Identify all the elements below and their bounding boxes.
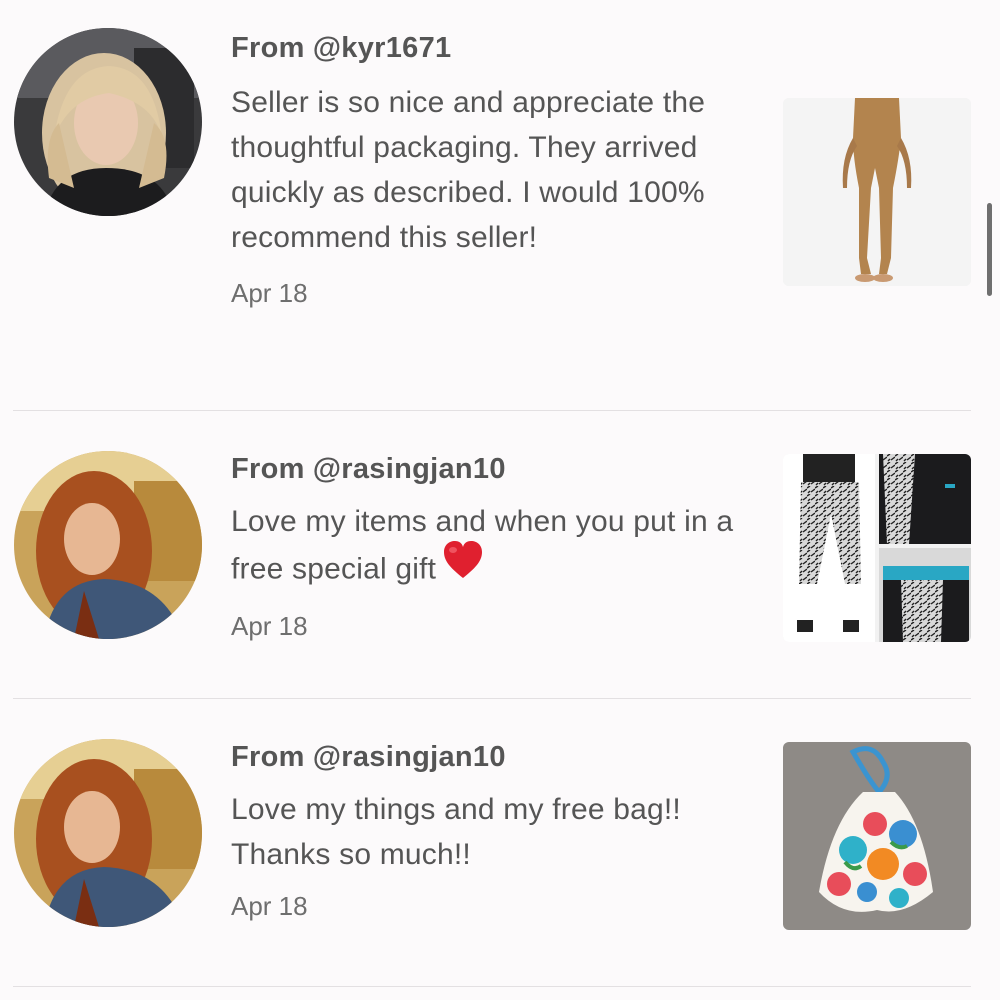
from-label: From (231, 453, 305, 485)
floral-halter-top-photo (783, 742, 971, 930)
review-author: From @kyr1671 (231, 28, 751, 68)
reviewer-avatar[interactable] (14, 451, 202, 639)
review-message: Love my things and my free bag!! Thanks … (231, 793, 681, 871)
review-date: Apr 18 (231, 611, 308, 641)
review-content: From @rasingjan10 Love my items and when … (231, 449, 751, 641)
reviewer-avatar[interactable] (14, 739, 202, 927)
author-handle[interactable]: @rasingjan10 (313, 453, 506, 485)
review-item: From @rasingjan10 Love my items and when … (0, 411, 1000, 698)
review-feed: From @kyr1671 Seller is so nice and appre… (0, 0, 1000, 1000)
tan-leggings-photo (783, 98, 971, 286)
listing-thumbnail[interactable] (783, 454, 971, 642)
review-item: From @kyr1671 Seller is so nice and appre… (0, 0, 1000, 410)
from-label: From (231, 741, 305, 773)
review-message: Love my items and when you put in a free… (231, 499, 751, 597)
listing-thumbnail[interactable] (783, 742, 971, 930)
reviewer-avatar[interactable] (14, 28, 202, 216)
author-handle[interactable]: @rasingjan10 (313, 741, 506, 773)
review-content: From @kyr1671 Seller is so nice and appre… (231, 28, 751, 308)
reviewer-photo (14, 739, 202, 927)
divider (13, 986, 971, 987)
scrollbar[interactable] (987, 203, 992, 296)
review-date: Apr 18 (231, 891, 308, 921)
review-content: From @rasingjan10 Love my things and my f… (231, 737, 751, 921)
from-label: From (231, 32, 305, 64)
review-author: From @rasingjan10 (231, 737, 751, 777)
author-handle[interactable]: @kyr1671 (313, 32, 452, 64)
reviewer-photo (14, 451, 202, 639)
red-heart-icon (442, 540, 484, 593)
review-message: Seller is so nice and appreciate the tho… (231, 86, 706, 254)
review-author: From @rasingjan10 (231, 449, 751, 489)
review-date: Apr 18 (231, 278, 308, 308)
reviewer-photo (14, 28, 202, 216)
patterned-leggings-collage (783, 454, 971, 642)
review-item: From @rasingjan10 Love my things and my f… (0, 699, 1000, 986)
listing-thumbnail[interactable] (783, 98, 971, 286)
